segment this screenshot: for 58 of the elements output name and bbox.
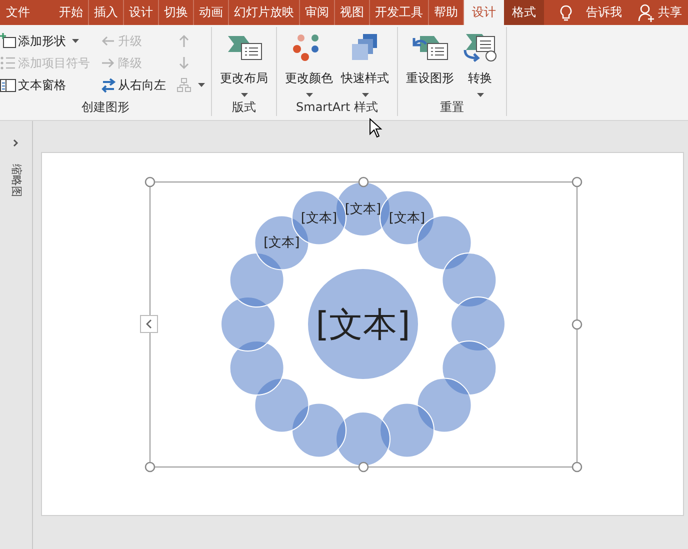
resize-handle[interactable] xyxy=(572,462,582,472)
pane-label: 缩略图 xyxy=(8,164,24,197)
expand-pane-button[interactable] xyxy=(12,139,20,147)
swap-arrows-icon xyxy=(100,77,116,93)
text-pane-toggle[interactable] xyxy=(140,315,158,333)
caret-icon xyxy=(306,93,312,97)
ring-circle xyxy=(380,190,434,246)
ribbon-button[interactable]: 从右向左 xyxy=(100,76,166,94)
ring-circle xyxy=(229,252,284,308)
resize-handle[interactable] xyxy=(144,176,156,188)
ribbon-button[interactable]: 文本窗格 xyxy=(0,76,90,94)
ribbon-button[interactable]: 添加形状 xyxy=(0,32,90,50)
ring-circle xyxy=(380,402,434,458)
node-text[interactable]: [文本] xyxy=(300,210,338,226)
ribbon-button[interactable]: 快速样式 xyxy=(339,32,391,99)
node-text[interactable]: [文本] xyxy=(388,210,426,226)
ribbon-button[interactable]: 更改布局 xyxy=(218,32,270,99)
convert-icon xyxy=(462,32,498,64)
hierarchy-icon xyxy=(176,77,192,93)
ring-circle xyxy=(229,340,284,396)
center-text[interactable]: [文本] xyxy=(316,305,410,345)
ribbon-button[interactable]: 转换 xyxy=(460,32,500,99)
caret-icon xyxy=(72,39,79,43)
ring-circle xyxy=(336,182,390,236)
resize-handle[interactable] xyxy=(358,176,369,188)
ribbon-tab[interactable]: 格式 xyxy=(504,0,544,25)
resize-handle[interactable] xyxy=(572,319,582,330)
caret-icon xyxy=(240,93,248,97)
group-label: 重置 xyxy=(439,99,465,116)
ring-circle xyxy=(442,252,497,308)
ring-circle xyxy=(292,402,346,458)
chevron-icon xyxy=(12,139,20,147)
group-label: SmartArt 样式 xyxy=(295,99,379,116)
ring-circle xyxy=(416,378,472,433)
resize-handle[interactable] xyxy=(358,462,369,472)
resize-handle[interactable] xyxy=(144,462,156,472)
person-add-icon xyxy=(638,4,655,22)
resize-handle[interactable] xyxy=(572,176,582,188)
ribbon-tab[interactable]: 设计 xyxy=(464,0,504,25)
caret-icon xyxy=(198,83,205,87)
ribbon-button[interactable]: 重设图形 xyxy=(404,32,456,99)
ring-circle xyxy=(254,378,310,433)
bullet-list-icon xyxy=(0,55,16,71)
ring-circle xyxy=(442,340,497,396)
ring-circle xyxy=(220,296,276,352)
ring-circle xyxy=(450,296,506,352)
share-button[interactable]: 共享 xyxy=(632,0,688,25)
node-text[interactable]: [文本] xyxy=(344,202,382,217)
caret-icon xyxy=(362,93,368,97)
group-label: 创建图形 xyxy=(80,99,130,116)
file-tab[interactable]: 文件 xyxy=(0,0,40,25)
lightbulb-icon xyxy=(560,4,572,20)
ribbon-button[interactable]: 更改颜色 xyxy=(283,32,335,99)
group-label: 版式 xyxy=(231,99,257,116)
ring-circle xyxy=(336,412,390,466)
caret-icon xyxy=(476,93,484,97)
tell-me-button[interactable]: 告诉我 xyxy=(554,0,628,25)
node-text[interactable]: [文本] xyxy=(264,236,300,251)
